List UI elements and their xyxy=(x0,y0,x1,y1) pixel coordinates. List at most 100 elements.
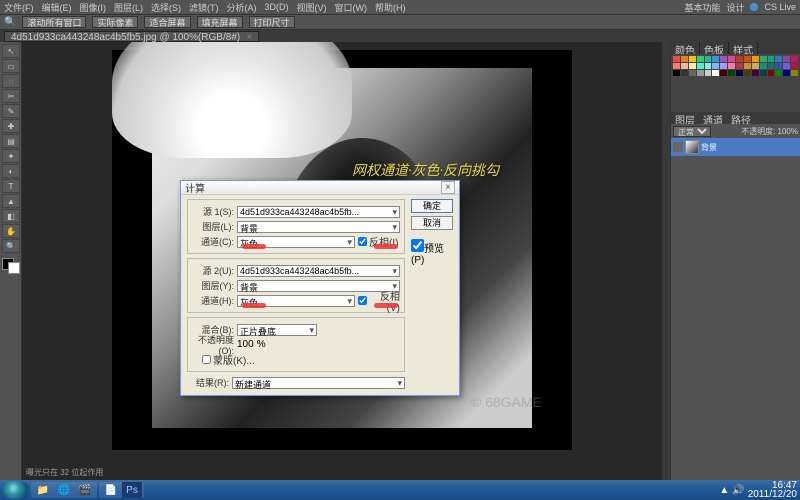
taskbar-doc-icon[interactable]: 📄 xyxy=(101,482,121,498)
tab-layers[interactable]: 图层 xyxy=(671,112,699,124)
swatch[interactable] xyxy=(736,56,743,62)
swatch[interactable] xyxy=(697,63,704,69)
eraser-tool[interactable]: ◐ xyxy=(2,164,20,178)
swatch[interactable] xyxy=(689,56,696,62)
marquee-tool[interactable]: ▭ xyxy=(2,59,20,73)
swatch[interactable] xyxy=(673,70,680,76)
shape-tool[interactable]: ◧ xyxy=(2,209,20,223)
swatch[interactable] xyxy=(673,63,680,69)
preview-check[interactable]: 预览(P) xyxy=(411,239,453,266)
menu-select[interactable]: 选择(S) xyxy=(151,1,181,14)
swatch[interactable] xyxy=(791,63,798,69)
swatch[interactable] xyxy=(760,56,767,62)
swatch[interactable] xyxy=(791,56,798,62)
actual-pixels-button[interactable]: 实际像素 xyxy=(92,16,138,28)
heal-tool[interactable]: ✚ xyxy=(2,119,20,133)
swatch[interactable] xyxy=(768,70,775,76)
cslive-label[interactable]: CS Live xyxy=(764,2,796,12)
gradient-tool[interactable]: ▤ xyxy=(2,134,20,148)
blend-mode-dialog-select[interactable]: 正片叠底 xyxy=(237,324,317,336)
result-select[interactable]: 新建通道 xyxy=(232,377,405,389)
source2-file-select[interactable]: 4d51d933ca443248ac4b5fb... xyxy=(237,265,400,277)
visibility-icon[interactable] xyxy=(673,142,683,152)
swatch[interactable] xyxy=(752,63,759,69)
menu-3d[interactable]: 3D(D) xyxy=(265,2,289,12)
menu-image[interactable]: 图像(I) xyxy=(80,1,107,14)
swatch[interactable] xyxy=(720,63,727,69)
swatch[interactable] xyxy=(744,70,751,76)
swatch[interactable] xyxy=(720,70,727,76)
swatch[interactable] xyxy=(712,63,719,69)
layer-row[interactable]: 背景 xyxy=(671,138,800,156)
move-tool[interactable]: ↖ xyxy=(2,44,20,58)
swatch[interactable] xyxy=(775,70,782,76)
tab-styles[interactable]: 样式 xyxy=(729,42,758,54)
swatch[interactable] xyxy=(768,63,775,69)
zoom-tool[interactable]: 🔍 xyxy=(2,239,20,253)
swatch[interactable] xyxy=(689,70,696,76)
pen-tool[interactable]: ▲ xyxy=(2,194,20,208)
swatch[interactable] xyxy=(705,63,712,69)
tab-color[interactable]: 颜色 xyxy=(671,42,700,54)
swatch[interactable] xyxy=(752,56,759,62)
color-swatch[interactable] xyxy=(2,258,20,274)
menu-edit[interactable]: 编辑(E) xyxy=(42,1,72,14)
menu-filter[interactable]: 滤镜(T) xyxy=(189,1,219,14)
print-size-button[interactable]: 打印尺寸 xyxy=(249,16,295,28)
document-tab[interactable]: 4d51d933ca443248ac4b5fb5.jpg @ 100%(RGB/… xyxy=(4,31,259,42)
taskbar-browser-icon[interactable]: 🌐 xyxy=(54,482,74,498)
swatch[interactable] xyxy=(697,56,704,62)
swatch[interactable] xyxy=(783,56,790,62)
crop-tool[interactable]: ✂ xyxy=(2,89,20,103)
swatch[interactable] xyxy=(689,63,696,69)
swatch[interactable] xyxy=(720,56,727,62)
close-tab-icon[interactable]: × xyxy=(246,32,252,43)
taskbar-explorer-icon[interactable]: 📁 xyxy=(33,482,53,498)
swatch[interactable] xyxy=(681,63,688,69)
swatch[interactable] xyxy=(775,56,782,62)
workspace-design[interactable]: 设计 xyxy=(726,1,744,14)
swatch[interactable] xyxy=(744,56,751,62)
tray-network-icon[interactable]: 🔊 xyxy=(732,485,744,496)
start-button[interactable] xyxy=(3,481,29,499)
swatch[interactable] xyxy=(728,56,735,62)
mask-check[interactable]: 蒙版(K)... xyxy=(202,352,255,367)
dialog-close-icon[interactable]: × xyxy=(441,181,455,194)
ok-button[interactable]: 确定 xyxy=(411,199,453,213)
workspace-basic[interactable]: 基本功能 xyxy=(684,1,720,14)
swatch[interactable] xyxy=(728,70,735,76)
source2-invert-check[interactable]: 反相(V) xyxy=(358,288,400,314)
source1-file-select[interactable]: 4d51d933ca443248ac4b5fb... xyxy=(237,206,400,218)
swatch[interactable] xyxy=(791,70,798,76)
swatch[interactable] xyxy=(712,70,719,76)
tab-channels[interactable]: 通道 xyxy=(699,112,727,124)
panel-collapse[interactable] xyxy=(662,42,670,480)
menu-layer[interactable]: 图层(L) xyxy=(114,1,143,14)
tray-icon[interactable]: ▲ xyxy=(719,485,729,496)
swatch[interactable] xyxy=(783,63,790,69)
system-clock[interactable]: 16:472011/12/20 xyxy=(748,481,797,499)
hand-tool[interactable]: ✋ xyxy=(2,224,20,238)
swatch[interactable] xyxy=(736,63,743,69)
lasso-tool[interactable]: ◌ xyxy=(2,74,20,88)
taskbar-media-icon[interactable]: 🎬 xyxy=(75,482,95,498)
menu-help[interactable]: 帮助(H) xyxy=(375,1,406,14)
swatch[interactable] xyxy=(697,70,704,76)
swatch[interactable] xyxy=(752,70,759,76)
swatches-grid[interactable] xyxy=(671,54,800,102)
swatch[interactable] xyxy=(760,63,767,69)
source1-layer-select[interactable]: 背景 xyxy=(237,221,400,233)
swatch[interactable] xyxy=(673,56,680,62)
taskbar-photoshop-icon[interactable]: Ps xyxy=(122,482,142,498)
swatch[interactable] xyxy=(736,70,743,76)
swatch[interactable] xyxy=(760,70,767,76)
blend-mode-select[interactable]: 正常 xyxy=(673,126,711,137)
swatch[interactable] xyxy=(705,56,712,62)
menu-file[interactable]: 文件(F) xyxy=(4,1,34,14)
tab-swatches[interactable]: 色板 xyxy=(700,42,729,54)
swatch[interactable] xyxy=(681,70,688,76)
type-tool[interactable]: T xyxy=(2,179,20,193)
swatch[interactable] xyxy=(681,56,688,62)
menu-view[interactable]: 视图(V) xyxy=(297,1,327,14)
swatch[interactable] xyxy=(775,63,782,69)
